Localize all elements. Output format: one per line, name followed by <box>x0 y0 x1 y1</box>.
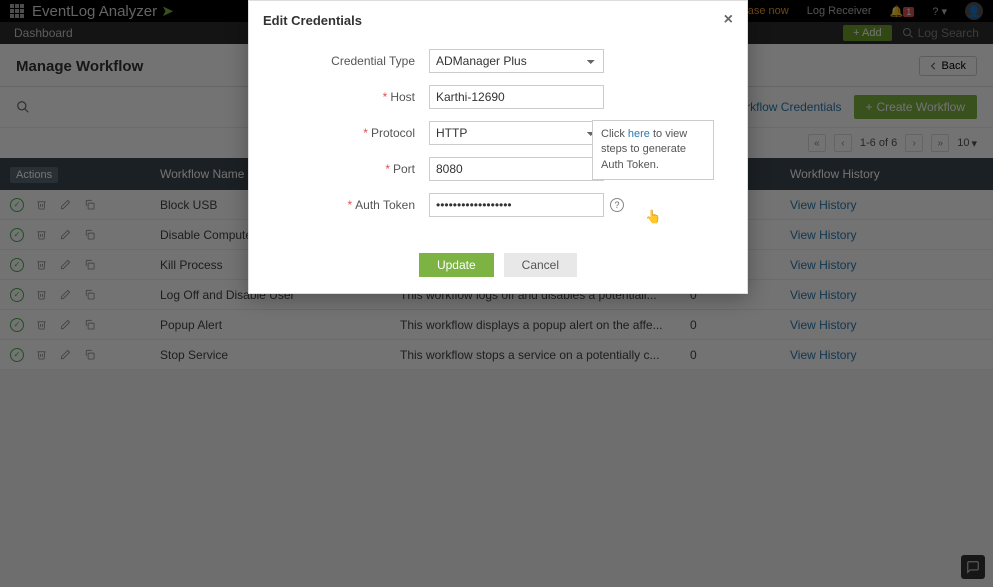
close-icon[interactable]: × <box>724 11 733 29</box>
auth-token-tooltip: Click here to view steps to generate Aut… <box>592 120 714 180</box>
tooltip-here-link[interactable]: here <box>628 128 650 140</box>
modal-title: Edit Credentials <box>263 13 362 28</box>
auth-token-input[interactable] <box>429 193 604 217</box>
label-credential-type: Credential Type <box>269 54 429 68</box>
update-button[interactable]: Update <box>419 253 494 277</box>
label-port: *Port <box>269 162 429 176</box>
protocol-select[interactable]: HTTP <box>429 121 604 145</box>
label-protocol: *Protocol <box>269 126 429 140</box>
cursor-pointer-icon: 👆 <box>645 209 661 225</box>
port-input[interactable] <box>429 157 604 181</box>
host-input[interactable] <box>429 85 604 109</box>
label-host: *Host <box>269 90 429 104</box>
cancel-button[interactable]: Cancel <box>504 253 577 277</box>
help-icon[interactable]: ? <box>610 198 624 212</box>
credential-type-select[interactable]: ADManager Plus <box>429 49 604 73</box>
label-auth-token: *Auth Token <box>269 198 429 212</box>
